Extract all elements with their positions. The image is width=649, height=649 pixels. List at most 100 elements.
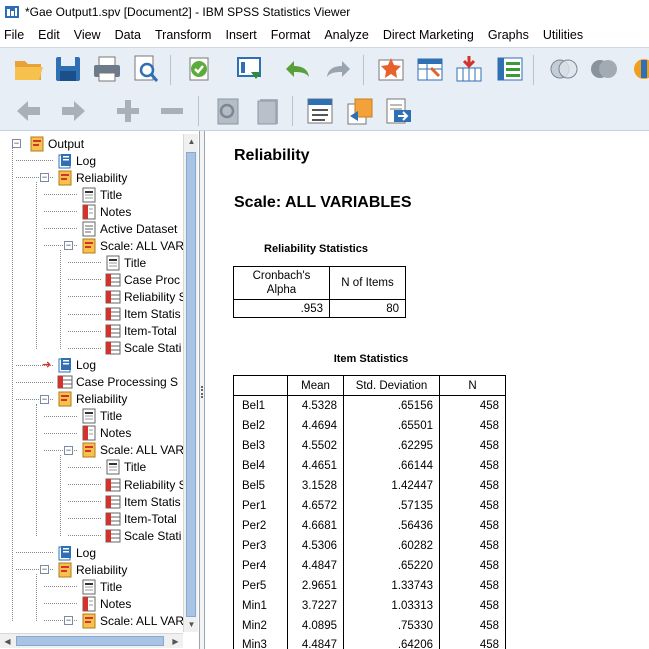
row-label[interactable]: Per2: [233, 515, 288, 536]
splitter-grip-icon[interactable]: [201, 386, 203, 398]
table-cell[interactable]: 458: [439, 555, 506, 576]
tree-node[interactable]: Title: [81, 578, 122, 595]
tree-node[interactable]: Reliability S: [105, 288, 183, 305]
table-cell[interactable]: .60282: [343, 535, 440, 556]
collapse-toggle-icon[interactable]: −: [64, 616, 73, 626]
table-cell[interactable]: 4.4847: [287, 555, 344, 576]
menu-file[interactable]: File: [0, 28, 33, 42]
table-row[interactable]: Per3 4.5306.60282 458: [233, 535, 506, 556]
table-row[interactable]: Bel2 4.4694.65501 458: [233, 415, 506, 436]
scroll-up-icon[interactable]: ▲: [184, 134, 199, 149]
menu-graphs[interactable]: Graphs: [483, 28, 538, 42]
tree-node[interactable]: Notes: [81, 425, 131, 442]
table-cell[interactable]: 458: [439, 495, 506, 516]
menu-edit[interactable]: Edit: [33, 28, 69, 42]
tree-node[interactable]: Scale: ALL VAR: [81, 237, 183, 254]
row-label[interactable]: Bel5: [233, 475, 288, 496]
reliability-statistics-table[interactable]: Cronbach's Alpha N of Items .953 80: [233, 266, 406, 318]
value-labels-icon[interactable]: [627, 52, 649, 86]
tree-node[interactable]: Title: [81, 186, 122, 203]
table-cell[interactable]: .65156: [343, 395, 440, 416]
tree-node[interactable]: Notes: [81, 595, 131, 612]
table-cell[interactable]: .57135: [343, 495, 440, 516]
column-header[interactable]: Std. Deviation: [343, 375, 440, 396]
tree-node[interactable]: Reliability S: [105, 476, 183, 493]
tree-node[interactable]: Item Statis: [105, 306, 181, 323]
tree-node[interactable]: Output: [29, 135, 84, 152]
hide-icon[interactable]: [251, 94, 285, 128]
row-label[interactable]: Bel1: [233, 395, 288, 416]
table-cell[interactable]: 3.7227: [287, 595, 344, 616]
tree-node[interactable]: Log: [57, 544, 96, 561]
column-header[interactable]: N of Items: [329, 266, 406, 300]
table-row[interactable]: Bel5 3.1528 1.42447 458: [233, 475, 506, 496]
tree-node[interactable]: Title: [105, 459, 146, 476]
table-cell[interactable]: 458: [439, 515, 506, 536]
tree-node[interactable]: Notes: [81, 203, 131, 220]
reliability-statistics-caption[interactable]: Reliability Statistics: [233, 243, 399, 255]
reliability-heading[interactable]: Reliability: [234, 147, 310, 165]
menu-data[interactable]: Data: [110, 28, 150, 42]
row-label[interactable]: Per3: [233, 535, 288, 556]
table-cell[interactable]: 4.5328: [287, 395, 344, 416]
table-cell[interactable]: .65501: [343, 415, 440, 436]
table-cell[interactable]: 4.5306: [287, 535, 344, 556]
table-cell[interactable]: 458: [439, 435, 506, 456]
table-cell[interactable]: .66144: [343, 455, 440, 476]
column-header[interactable]: Cronbach's Alpha: [233, 266, 330, 300]
row-label[interactable]: Min3: [233, 635, 288, 649]
export-icon[interactable]: [182, 52, 216, 86]
menu-transform[interactable]: Transform: [150, 28, 221, 42]
demote-icon[interactable]: [56, 94, 90, 128]
collapse-toggle-icon[interactable]: −: [12, 139, 21, 148]
tree-node[interactable]: Case Processing S: [57, 374, 178, 391]
variables-icon[interactable]: [493, 52, 527, 86]
menu-direct-marketing[interactable]: Direct Marketing: [378, 28, 483, 42]
table-cell[interactable]: 458: [439, 415, 506, 436]
collapse-icon[interactable]: [155, 94, 189, 128]
tree-node[interactable]: Scale Stati: [105, 527, 181, 544]
table-cell[interactable]: 458: [439, 615, 506, 636]
table-cell[interactable]: 4.5502: [287, 435, 344, 456]
row-label[interactable]: Min2: [233, 615, 288, 636]
outline-tree[interactable]: Output − Log Reliability − Title Notes Active D…: [0, 131, 183, 633]
undo-icon[interactable]: [280, 52, 314, 86]
tree-node[interactable]: Scale: ALL VAR: [81, 442, 183, 459]
table-cell[interactable]: 1.03313: [343, 595, 440, 616]
show-icon[interactable]: [211, 94, 245, 128]
insert-text-icon[interactable]: [382, 94, 416, 128]
redo-icon[interactable]: [322, 52, 356, 86]
collapse-toggle-icon[interactable]: −: [64, 445, 73, 455]
tree-node[interactable]: Item Statis: [105, 493, 181, 510]
insert-title-icon[interactable]: [343, 94, 377, 128]
spss-app-icon[interactable]: [4, 4, 20, 20]
row-label[interactable]: Bel3: [233, 435, 288, 456]
table-cell[interactable]: .56436: [343, 515, 440, 536]
outline-pane[interactable]: Output − Log Reliability − Title Notes Active D…: [0, 131, 200, 649]
table-cell[interactable]: 2.9651: [287, 575, 344, 596]
table-row[interactable]: Bel3 4.5502.62295 458: [233, 435, 506, 456]
row-label[interactable]: Bel2: [233, 415, 288, 436]
table-cell[interactable]: .62295: [343, 435, 440, 456]
outline-vertical-scrollbar[interactable]: ▲ ▼: [183, 134, 198, 632]
column-header[interactable]: Mean: [287, 375, 344, 396]
row-label[interactable]: Min1: [233, 595, 288, 616]
tree-node[interactable]: Reliability: [57, 561, 127, 578]
tree-node[interactable]: Log: [57, 357, 96, 374]
table-row[interactable]: Min3 4.4847.64206 458: [233, 635, 506, 649]
table-cell[interactable]: .75330: [343, 615, 440, 636]
pane-splitter[interactable]: [200, 131, 205, 649]
outline-horizontal-scrollbar[interactable]: ◀ ▶: [0, 633, 183, 648]
table-cell[interactable]: 458: [439, 475, 506, 496]
weight-cases-icon[interactable]: [587, 52, 621, 86]
collapse-toggle-icon[interactable]: −: [40, 565, 49, 575]
table-row[interactable]: Per1 4.6572.57135 458: [233, 495, 506, 516]
tree-node[interactable]: Log: [57, 152, 96, 169]
menu-analyze[interactable]: Analyze: [319, 28, 377, 42]
tree-node[interactable]: Case Proc: [105, 271, 180, 288]
table-row[interactable]: Min2 4.0895.75330 458: [233, 615, 506, 636]
table-row[interactable]: Per5 2.9651 1.33743 458: [233, 575, 506, 596]
tree-node[interactable]: Title: [105, 254, 146, 271]
row-label[interactable]: Bel4: [233, 455, 288, 476]
tree-node[interactable]: Scale: ALL VAR: [81, 612, 183, 629]
